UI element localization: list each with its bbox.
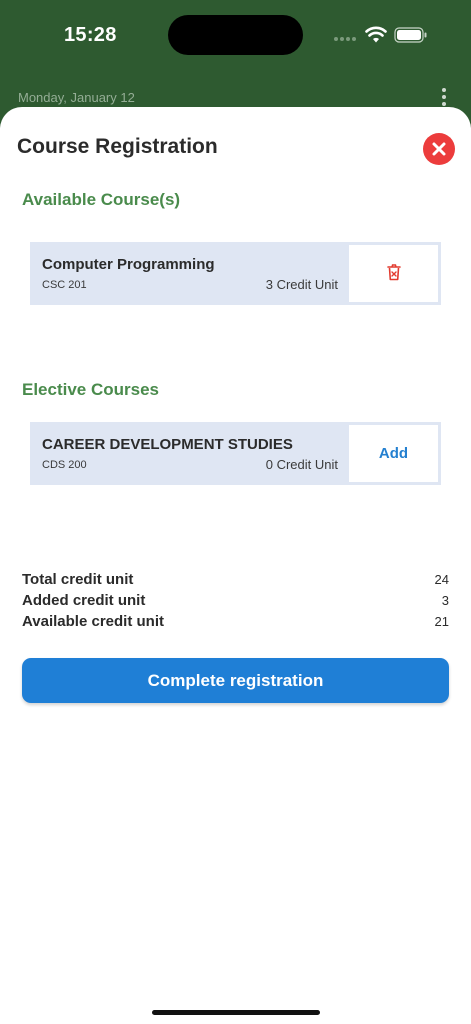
summary-value: 24	[434, 572, 449, 587]
registration-sheet: Course Registration Available Course(s) …	[0, 107, 471, 1024]
elective-courses-title: Elective Courses	[22, 380, 160, 399]
summary-label: Available credit unit	[22, 613, 164, 630]
remove-course-button[interactable]	[349, 245, 438, 302]
elective-course-card: CAREER DEVELOPMENT STUDIES CDS 200 0 Cre…	[30, 422, 441, 485]
more-vertical-icon[interactable]	[441, 88, 447, 108]
summary-label: Total credit unit	[22, 571, 134, 588]
course-credit: 0 Credit Unit	[265, 457, 338, 472]
course-info: Computer Programming CSC 201 3 Credit Un…	[30, 242, 346, 305]
available-course-card: Computer Programming CSC 201 3 Credit Un…	[30, 242, 441, 305]
add-course-action: Add	[349, 425, 438, 482]
complete-registration-button[interactable]: Complete registration	[22, 658, 449, 703]
dynamic-island	[168, 15, 303, 55]
summary-label: Added credit unit	[22, 592, 146, 609]
summary-value: 3	[441, 593, 449, 608]
available-courses-title: Available Course(s)	[22, 190, 181, 209]
course-credit: 3 Credit Unit	[265, 277, 338, 292]
battery-icon	[394, 27, 427, 43]
course-info: CAREER DEVELOPMENT STUDIES CDS 200 0 Cre…	[30, 422, 346, 485]
course-code: CDS 200	[42, 459, 87, 471]
summary-row-added: Added credit unit 3	[22, 592, 449, 612]
status-bar: 15:28	[0, 0, 471, 70]
header-date: Monday, January 12	[18, 90, 135, 105]
signal-icon	[334, 37, 358, 43]
summary-row-total: Total credit unit 24	[22, 571, 449, 591]
summary-value: 21	[434, 614, 449, 629]
wifi-icon	[365, 26, 387, 43]
close-button[interactable]	[423, 133, 455, 165]
add-course-button[interactable]: Add	[349, 425, 438, 482]
course-name: CAREER DEVELOPMENT STUDIES	[42, 436, 293, 453]
status-time: 15:28	[64, 24, 117, 46]
summary-row-available: Available credit unit 21	[22, 613, 449, 633]
course-name: Computer Programming	[42, 256, 215, 273]
sheet-title: Course Registration	[17, 135, 218, 158]
delete-icon	[387, 264, 401, 281]
course-code: CSC 201	[42, 279, 87, 291]
close-icon	[432, 142, 446, 156]
home-indicator	[152, 1010, 320, 1015]
